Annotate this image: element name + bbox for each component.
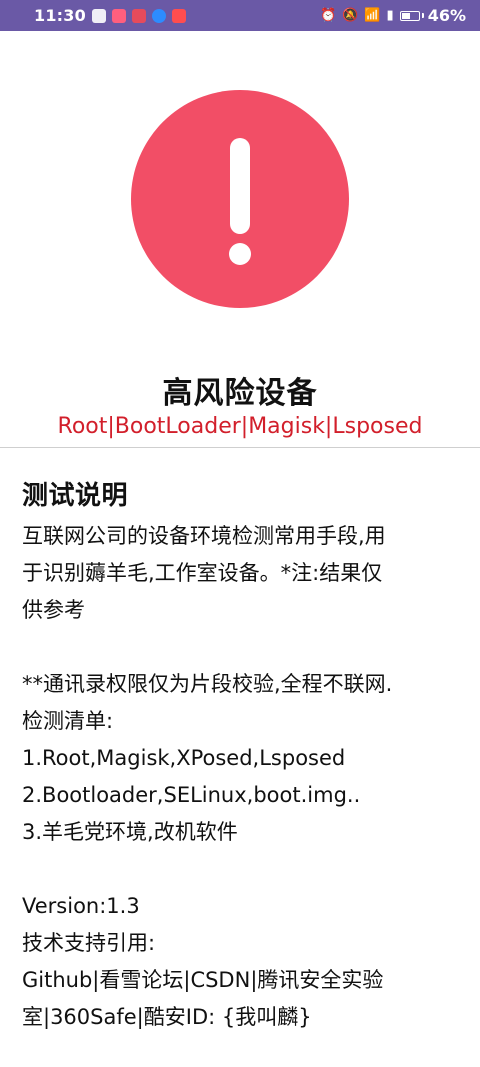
battery-percent: 46% [427,6,466,25]
description-heading: 测试说明 [22,481,129,511]
status-left: 11:30 [34,6,186,25]
description-section: 测试说明 互联网公司的设备环境检测常用手段,用 于识别薅羊毛,工作室设备。*注:… [22,475,462,1036]
wechat-icon [91,8,106,23]
app-notification-icon-2 [131,8,146,23]
status-bar: 11:30 ⏰ 🔕 📶 ▮ 46% [0,0,480,31]
status-time: 11:30 [34,6,86,25]
signal-icon: ▮ [386,8,394,23]
battery-cap [421,13,424,18]
exclamation-bar [230,138,250,234]
app-notification-icon-3 [151,8,166,23]
app-notification-icon-4 [171,8,186,23]
alarm-icon: ⏰ [319,8,337,23]
alert-icon [131,90,349,308]
risk-tags: Root|BootLoader|Magisk|Lsposed [57,414,423,439]
risk-title: 高风险设备 [162,376,318,411]
battery-indicator: 46% [399,6,466,25]
divider [0,447,480,448]
app-notification-icon [111,8,126,23]
status-right: ⏰ 🔕 📶 ▮ 46% [320,6,466,25]
mute-icon: 🔕 [342,8,359,23]
exclamation-dot [229,243,251,265]
battery-fill [401,12,410,19]
battery-icon [399,10,420,21]
wifi-icon: 📶 [364,8,381,23]
description-body: 互联网公司的设备环境检测常用手段,用 于识别薅羊毛,工作室设备。*注:结果仅 供… [22,524,393,1029]
